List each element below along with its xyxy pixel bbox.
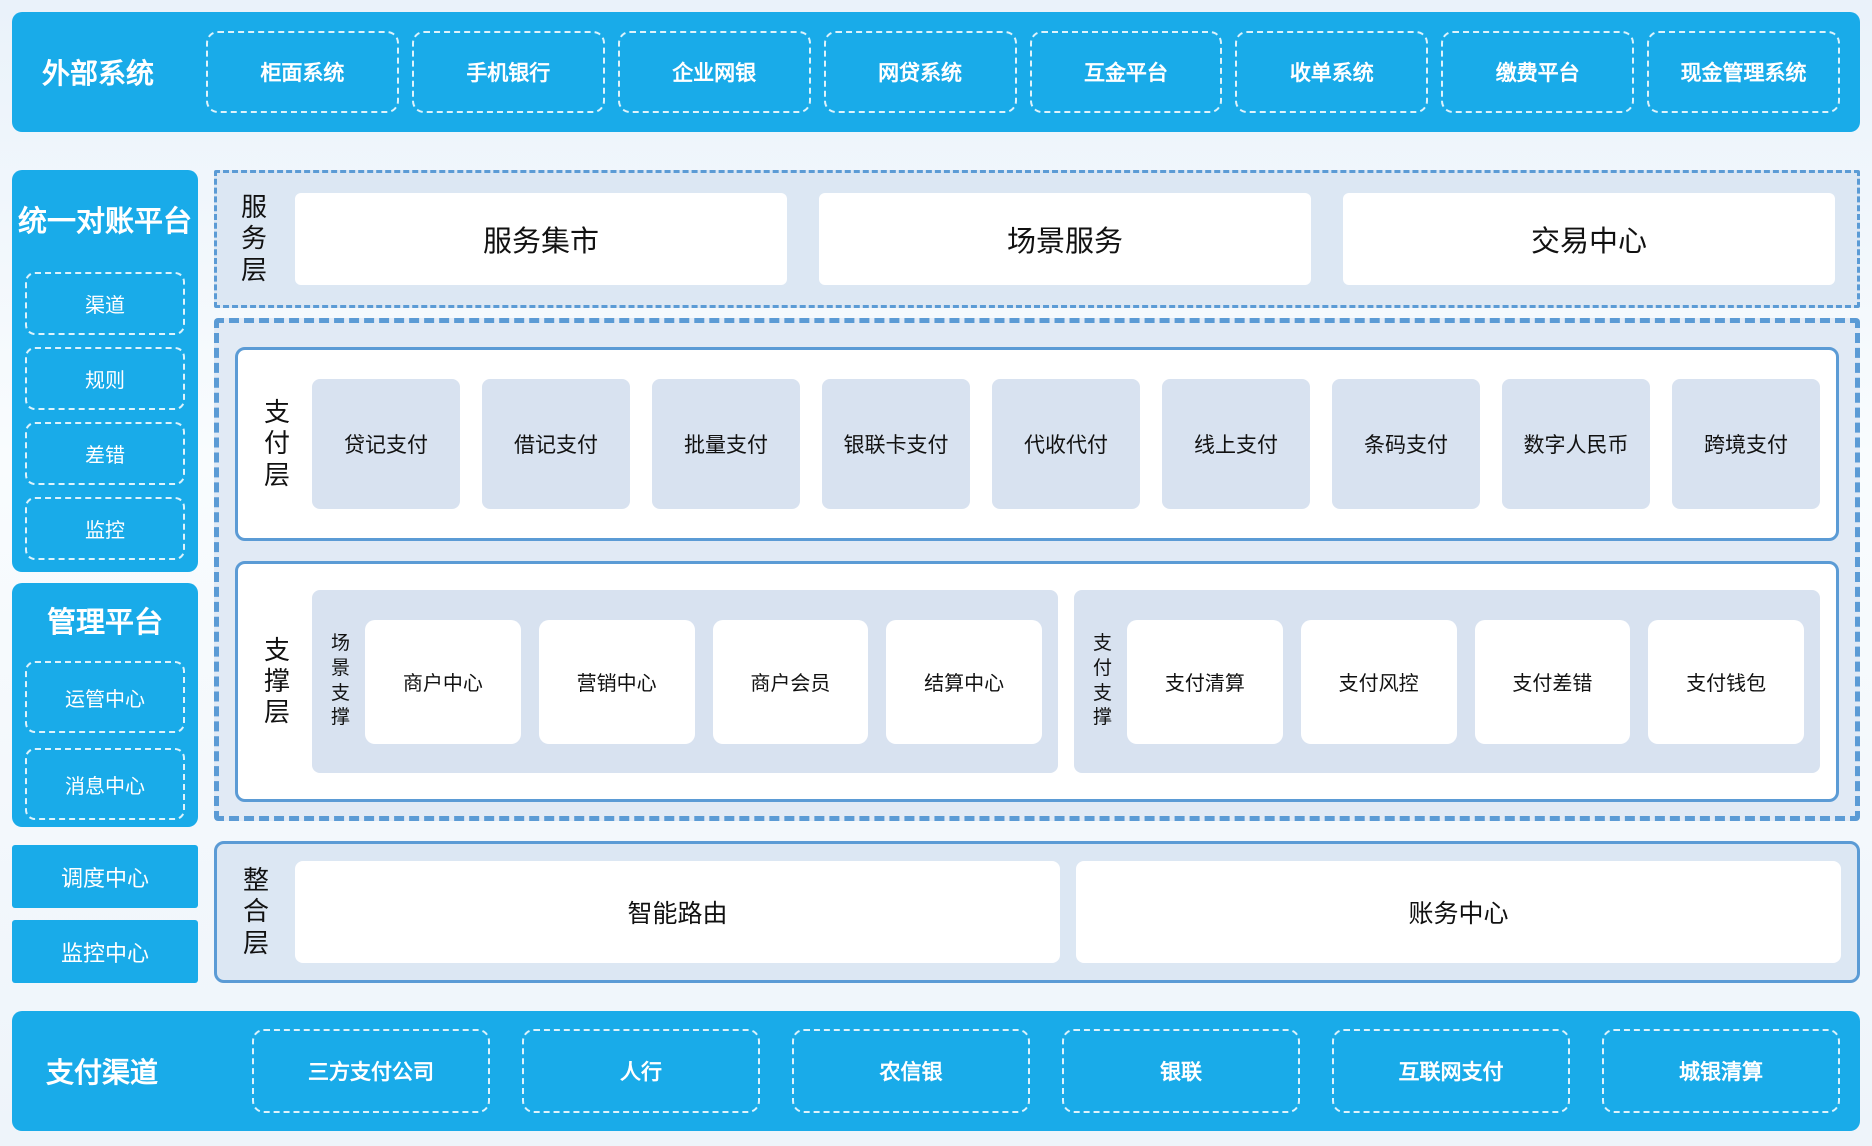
support-item: 商户会员: [713, 620, 869, 744]
external-systems-bar: 外部系统 柜面系统 手机银行 企业网银 网贷系统 互金平台 收单系统 缴费平台 …: [12, 12, 1860, 132]
mgmt-platform-panel: 管理平台 运管中心 消息中心: [12, 583, 198, 827]
external-system-item: 现金管理系统: [1647, 31, 1840, 113]
support-item: 支付差错: [1475, 620, 1631, 744]
payment-layer-items: 贷记支付 借记支付 批量支付 银联卡支付 代收代付 线上支付 条码支付 数字人民…: [312, 379, 1820, 509]
external-systems-items: 柜面系统 手机银行 企业网银 网贷系统 互金平台 收单系统 缴费平台 现金管理系…: [206, 31, 1840, 113]
external-system-item: 互金平台: [1030, 31, 1223, 113]
payment-channel-item: 农信银: [792, 1029, 1030, 1113]
scene-support-label: 场景支撑: [330, 632, 351, 731]
payment-channels-bar: 支付渠道 三方支付公司 人行 农信银 银联 互联网支付 城银清算: [12, 1011, 1860, 1131]
support-item: 商户中心: [365, 620, 521, 744]
payment-item: 代收代付: [992, 379, 1140, 509]
support-layer-label: 支撑层: [262, 635, 292, 729]
support-item: 支付风控: [1301, 620, 1457, 744]
support-item: 结算中心: [886, 620, 1042, 744]
external-system-item: 缴费平台: [1441, 31, 1634, 113]
payment-item: 贷记支付: [312, 379, 460, 509]
dispatch-center-block: 调度中心: [12, 845, 198, 908]
payment-item: 银联卡支付: [822, 379, 970, 509]
integration-item: 智能路由: [295, 861, 1060, 963]
service-layer: 服务层 服务集市 场景服务 交易中心: [214, 170, 1860, 308]
core-layers-wrap: 支付层 贷记支付 借记支付 批量支付 银联卡支付 代收代付 线上支付 条码支付 …: [214, 318, 1860, 821]
layers-column: 服务层 服务集市 场景服务 交易中心 支付层 贷记支付 借记支付 批量支付 银联…: [214, 170, 1860, 983]
integration-layer: 整合层 智能路由 账务中心: [214, 841, 1860, 983]
payment-support-label: 支付支撑: [1092, 632, 1113, 731]
left-sidebar: 统一对账平台 渠道 规则 差错 监控 管理平台 运管中心 消息中心 调度中心 监…: [12, 170, 198, 983]
support-layer-groups: 场景支撑 商户中心 营销中心 商户会员 结算中心 支付支撑 支付清算: [312, 590, 1820, 773]
scene-support-group: 场景支撑 商户中心 营销中心 商户会员 结算中心: [312, 590, 1058, 773]
payment-item: 条码支付: [1332, 379, 1480, 509]
diagram-body: 统一对账平台 渠道 规则 差错 监控 管理平台 运管中心 消息中心 调度中心 监…: [12, 170, 1860, 983]
payment-channel-item: 人行: [522, 1029, 760, 1113]
mgmt-item: 运管中心: [25, 661, 185, 733]
payment-item: 批量支付: [652, 379, 800, 509]
payment-channel-item: 三方支付公司: [252, 1029, 490, 1113]
service-item: 服务集市: [295, 193, 787, 285]
payment-item: 跨境支付: [1672, 379, 1820, 509]
payment-architecture-diagram: 外部系统 柜面系统 手机银行 企业网银 网贷系统 互金平台 收单系统 缴费平台 …: [0, 0, 1872, 1146]
payment-item: 线上支付: [1162, 379, 1310, 509]
service-item: 交易中心: [1343, 193, 1835, 285]
recon-item: 监控: [25, 497, 185, 560]
monitor-center-block: 监控中心: [12, 920, 198, 983]
support-item: 营销中心: [539, 620, 695, 744]
payment-channels-items: 三方支付公司 人行 农信银 银联 互联网支付 城银清算: [252, 1029, 1840, 1113]
recon-platform-title: 统一对账平台: [12, 198, 198, 240]
payment-layer: 支付层 贷记支付 借记支付 批量支付 银联卡支付 代收代付 线上支付 条码支付 …: [235, 347, 1839, 541]
integration-item: 账务中心: [1076, 861, 1841, 963]
payment-channel-item: 银联: [1062, 1029, 1300, 1113]
external-system-item: 收单系统: [1235, 31, 1428, 113]
payment-channels-label: 支付渠道: [46, 1051, 166, 1091]
payment-support-items: 支付清算 支付风控 支付差错 支付钱包: [1127, 620, 1804, 744]
service-item: 场景服务: [819, 193, 1311, 285]
mgmt-item: 消息中心: [25, 748, 185, 820]
service-layer-items: 服务集市 场景服务 交易中心: [295, 193, 1835, 285]
support-item: 支付钱包: [1648, 620, 1804, 744]
external-systems-label: 外部系统: [42, 52, 162, 92]
payment-support-group: 支付支撑 支付清算 支付风控 支付差错 支付钱包: [1074, 590, 1820, 773]
payment-channel-item: 互联网支付: [1332, 1029, 1570, 1113]
payment-item: 数字人民币: [1502, 379, 1650, 509]
payment-layer-label: 支付层: [262, 397, 292, 491]
recon-platform-panel: 统一对账平台 渠道 规则 差错 监控: [12, 170, 198, 572]
support-layer: 支撑层 场景支撑 商户中心 营销中心 商户会员 结算中心: [235, 561, 1839, 802]
service-layer-label: 服务层: [239, 192, 269, 286]
payment-item: 借记支付: [482, 379, 630, 509]
mgmt-platform-title: 管理平台: [12, 599, 198, 641]
integration-layer-label: 整合层: [241, 865, 271, 959]
payment-channel-item: 城银清算: [1602, 1029, 1840, 1113]
external-system-item: 网贷系统: [824, 31, 1017, 113]
external-system-item: 手机银行: [412, 31, 605, 113]
support-item: 支付清算: [1127, 620, 1283, 744]
recon-item: 差错: [25, 422, 185, 485]
recon-item: 规则: [25, 347, 185, 410]
scene-support-items: 商户中心 营销中心 商户会员 结算中心: [365, 620, 1042, 744]
external-system-item: 柜面系统: [206, 31, 399, 113]
integration-layer-items: 智能路由 账务中心: [295, 861, 1841, 963]
external-system-item: 企业网银: [618, 31, 811, 113]
recon-item: 渠道: [25, 272, 185, 335]
